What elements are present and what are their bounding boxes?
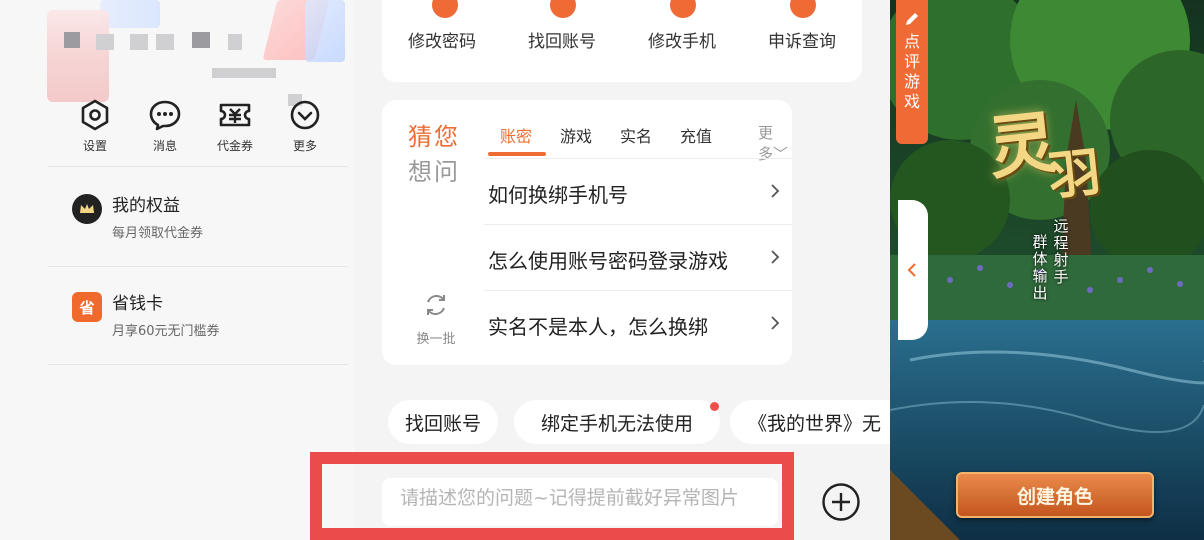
- messages-shortcut[interactable]: 消息: [130, 98, 200, 154]
- account-actions-card: 修改密码 找回账号 修改手机 申诉查询: [382, 0, 862, 82]
- action-icon: [670, 0, 696, 18]
- action-icon: [790, 0, 816, 18]
- message-icon: [149, 100, 181, 131]
- divider: [48, 166, 348, 167]
- blurred-banner: [305, 0, 345, 62]
- faq-question[interactable]: 实名不是本人，怎么换绑: [484, 291, 792, 357]
- settings-shortcut[interactable]: 设置: [60, 98, 130, 154]
- perk-subtitle: 月享60元无门槛券: [112, 324, 220, 339]
- blurred-banner: [100, 0, 160, 28]
- quick-chip[interactable]: 绑定手机无法使用: [514, 400, 720, 444]
- perk-title: 我的权益: [112, 196, 180, 216]
- tab-account[interactable]: 账密: [500, 123, 532, 147]
- chevron-left-icon: [907, 263, 916, 277]
- quick-chip[interactable]: 找回账号: [388, 400, 498, 444]
- game-logo: 羽: [1045, 141, 1104, 208]
- faq-title: 想问: [408, 158, 460, 186]
- appeal-query-button[interactable]: 申诉查询: [752, 27, 852, 52]
- crown-icon: [72, 194, 102, 224]
- faq-question[interactable]: 如何换绑手机号: [484, 159, 792, 225]
- notification-dot: [710, 402, 719, 411]
- pencil-icon: [906, 13, 918, 25]
- chevron-right-icon: [771, 316, 780, 330]
- divider: [48, 364, 348, 365]
- chevron-right-icon: [771, 184, 780, 198]
- shortcut-label: 设置: [82, 139, 107, 153]
- chevron-down-icon: [290, 100, 320, 130]
- coupons-shortcut[interactable]: 代金券: [200, 98, 270, 154]
- question-input[interactable]: 请描述您的问题~记得提前截好异常图片: [382, 478, 778, 526]
- coupon-icon: [219, 103, 251, 127]
- perk-title: 省钱卡: [112, 294, 163, 314]
- refresh-button[interactable]: 换一批: [412, 292, 460, 347]
- chevron-right-icon: [771, 250, 780, 264]
- saver-card-item[interactable]: 省 省钱卡 月享60元无门槛券: [72, 292, 220, 339]
- shortcut-label: 消息: [152, 139, 177, 153]
- more-shortcut[interactable]: 更多: [270, 98, 340, 154]
- create-character-button[interactable]: 创建角色: [956, 472, 1154, 518]
- recover-account-button[interactable]: 找回账号: [512, 27, 612, 52]
- saver-card-icon: 省: [72, 292, 102, 322]
- action-icon: [550, 0, 576, 18]
- help-center: 修改密码 找回账号 修改手机 申诉查询 猜您 想问 换一批 账密 游戏 实名 充…: [310, 0, 890, 540]
- collapse-panel-button[interactable]: [898, 200, 928, 340]
- shortcut-label: 更多: [292, 139, 317, 153]
- action-icon: [432, 0, 458, 18]
- my-benefits-item[interactable]: 我的权益 每月领取代金券: [72, 194, 203, 241]
- faq-card: 猜您 想问 换一批 账密 游戏 实名 充值 更多﹀ 如何换绑手机号 怎么使用账号…: [382, 100, 792, 365]
- profile-panel: 设置 消息 代金券 更多 我的权益 每月领取代金券 省 省钱卡 月享60元无门槛…: [0, 0, 354, 540]
- shortcut-row: 设置 消息 代金券 更多: [60, 98, 340, 154]
- game-tagline: 群体输出: [1032, 233, 1048, 302]
- game-ad-panel[interactable]: 点 评 游 戏 灵 羽 远程射手 群体输出 创建角色: [890, 0, 1204, 540]
- tab-game[interactable]: 游戏: [560, 123, 592, 147]
- tab-recharge[interactable]: 充值: [680, 123, 712, 147]
- gear-icon: [81, 99, 109, 131]
- refresh-icon: [427, 295, 445, 315]
- divider: [48, 266, 348, 267]
- change-phone-button[interactable]: 修改手机: [632, 27, 732, 52]
- faq-question[interactable]: 怎么使用账号密码登录游戏: [484, 225, 792, 291]
- add-attachment-button[interactable]: [821, 482, 861, 522]
- rate-game-tab[interactable]: 点 评 游 戏: [896, 0, 928, 144]
- tab-realname[interactable]: 实名: [620, 123, 652, 147]
- faq-title: 猜您: [408, 123, 460, 151]
- game-tagline: 远程射手: [1053, 217, 1069, 286]
- shortcut-label: 代金券: [216, 139, 253, 153]
- perk-subtitle: 每月领取代金券: [112, 226, 204, 241]
- quick-chip[interactable]: 《我的世界》无: [730, 400, 890, 444]
- active-tab-indicator: [488, 152, 546, 156]
- avatar: [47, 10, 109, 102]
- change-password-button[interactable]: 修改密码: [392, 27, 492, 52]
